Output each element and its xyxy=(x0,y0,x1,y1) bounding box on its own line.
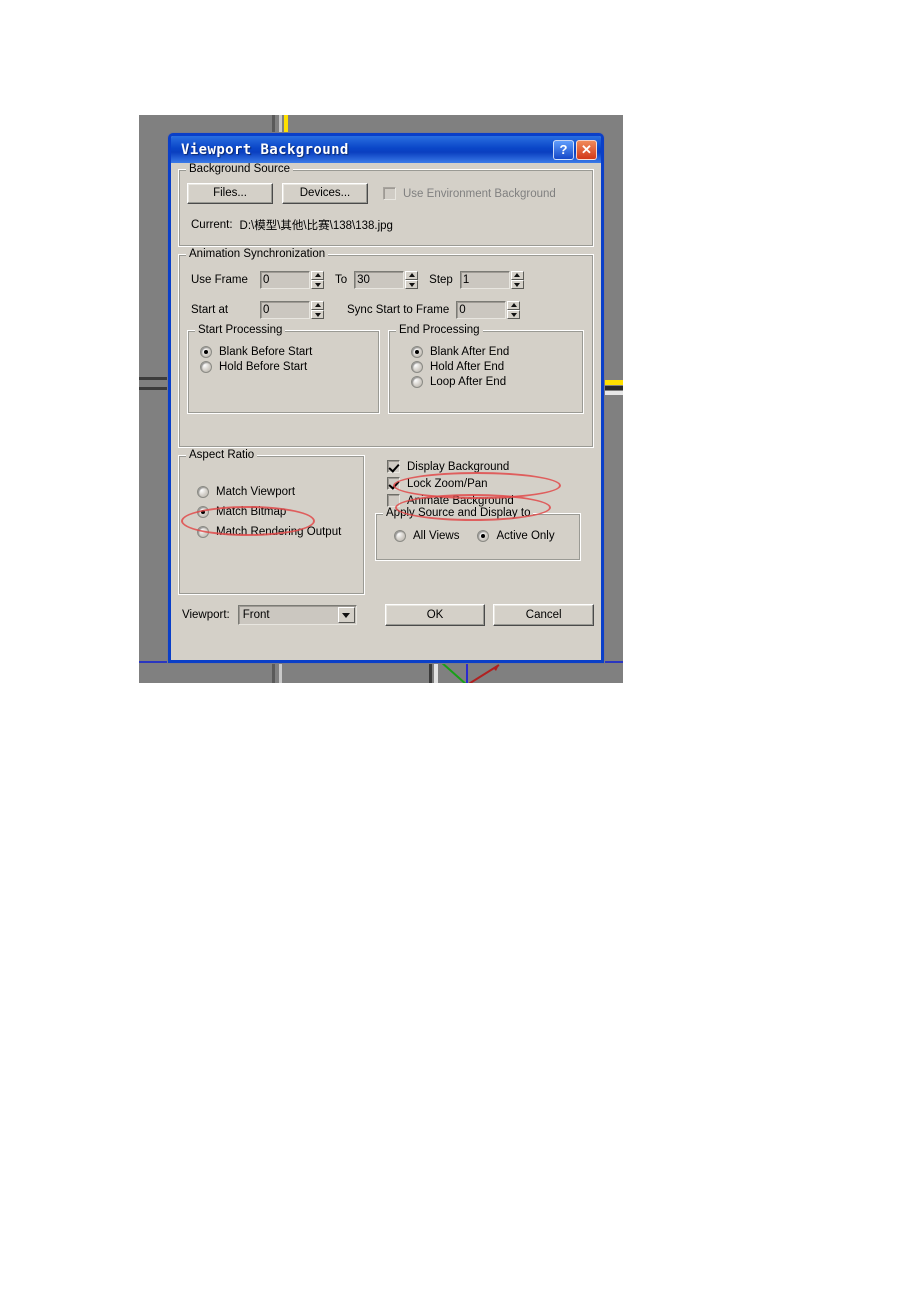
to-spinner[interactable] xyxy=(405,271,419,289)
display-background-label: Display Background xyxy=(407,460,510,473)
all-views-label: All Views xyxy=(413,530,460,542)
blank-before-start-label: Blank Before Start xyxy=(219,346,313,358)
aspect-ratio-legend: Aspect Ratio xyxy=(186,449,258,461)
dialog-body: Background Source Files... Devices... Us… xyxy=(171,163,601,660)
step-field[interactable]: 1 xyxy=(459,271,524,289)
radio-hold-before-start[interactable]: Hold Before Start xyxy=(200,361,371,373)
loop-after-end-label: Loop After End xyxy=(430,376,507,388)
start-at-spinner[interactable] xyxy=(311,301,324,319)
animation-sync-legend: Animation Synchronization xyxy=(186,248,329,260)
use-frame-input[interactable]: 0 xyxy=(260,271,310,289)
start-at-input[interactable]: 0 xyxy=(260,301,310,319)
loop-after-end-radio[interactable] xyxy=(411,376,423,388)
dialog-title: Viewport Background xyxy=(181,141,349,158)
display-options-column: Display Background Lock Zoom/Pan Animate… xyxy=(375,455,581,595)
ok-button[interactable]: OK xyxy=(384,604,486,626)
radio-hold-after-end[interactable]: Hold After End xyxy=(411,361,575,373)
aspect-ratio-group: Aspect Ratio Match Viewport Match Bitmap… xyxy=(178,449,365,595)
active-only-label: Active Only xyxy=(496,530,555,542)
close-icon[interactable]: ✕ xyxy=(576,139,597,160)
use-frame-label: Use Frame xyxy=(191,274,248,286)
end-processing-group: End Processing Blank After End Hold Afte… xyxy=(388,324,584,414)
sync-start-field[interactable]: 0 xyxy=(456,301,521,319)
match-rendering-output-label: Match Rendering Output xyxy=(216,526,342,538)
to-field[interactable]: 30 xyxy=(354,271,419,289)
match-viewport-label: Match Viewport xyxy=(216,486,296,498)
cancel-button[interactable]: Cancel xyxy=(493,604,594,626)
files-button[interactable]: Files... xyxy=(187,183,273,204)
hold-before-start-label: Hold Before Start xyxy=(219,361,308,373)
radio-active-only[interactable]: Active Only xyxy=(477,530,555,542)
to-label: To xyxy=(335,274,348,286)
radio-all-views[interactable]: All Views xyxy=(394,530,459,542)
radio-match-bitmap[interactable]: Match Bitmap xyxy=(197,506,356,518)
radio-match-viewport[interactable]: Match Viewport xyxy=(197,486,356,498)
background-source-group: Background Source Files... Devices... Us… xyxy=(178,163,594,247)
step-label: Step xyxy=(429,274,453,286)
use-frame-spinner[interactable] xyxy=(311,271,324,289)
match-viewport-radio[interactable] xyxy=(197,486,209,498)
current-path: D:\模型\其他\比赛\138\138.jpg xyxy=(239,220,393,232)
radio-loop-after-end[interactable]: Loop After End xyxy=(411,376,575,388)
active-only-radio[interactable] xyxy=(477,530,490,542)
viewport-marker-yellow-horizontal xyxy=(601,380,623,385)
hold-after-end-label: Hold After End xyxy=(430,361,505,373)
animate-background-label: Animate Background xyxy=(407,494,514,507)
viewport-select[interactable]: Front xyxy=(237,605,357,625)
dialog-footer: Viewport: Front OK Cancel xyxy=(178,604,594,626)
radio-blank-after-end[interactable]: Blank After End xyxy=(411,346,575,358)
blank-before-start-radio[interactable] xyxy=(200,346,212,358)
start-processing-legend: Start Processing xyxy=(195,324,286,336)
current-label: Current: xyxy=(191,219,233,231)
start-at-field[interactable]: 0 xyxy=(260,301,324,319)
apply-to-legend: Apply Source and Display to xyxy=(383,507,534,519)
help-icon[interactable]: ? xyxy=(553,139,574,160)
chevron-down-icon[interactable] xyxy=(337,607,355,623)
blank-after-end-label: Blank After End xyxy=(430,346,510,358)
start-at-label: Start at xyxy=(191,304,229,316)
viewport-background-dialog: Viewport Background ? ✕ Background Sourc… xyxy=(168,133,604,663)
lock-zoom-pan-checkbox[interactable] xyxy=(387,477,400,490)
use-frame-field[interactable]: 0 xyxy=(260,271,324,289)
blank-after-end-radio[interactable] xyxy=(411,346,423,358)
match-bitmap-radio[interactable] xyxy=(197,506,209,518)
viewport-label: Viewport: xyxy=(182,609,230,621)
display-background-checkbox[interactable] xyxy=(387,460,400,473)
apply-to-group: Apply Source and Display to All Views Ac… xyxy=(375,507,581,561)
use-environment-background-checkbox xyxy=(383,187,396,200)
viewport-divider-horizontal-right xyxy=(601,386,623,390)
hold-after-end-radio[interactable] xyxy=(411,361,423,373)
viewport-marker-yellow-vertical xyxy=(284,115,288,135)
all-views-radio[interactable] xyxy=(394,530,406,542)
sync-start-input[interactable]: 0 xyxy=(456,301,507,319)
background-source-legend: Background Source xyxy=(186,163,294,175)
checkbox-display-background[interactable]: Display Background xyxy=(387,460,581,473)
use-environment-background-label: Use Environment Background xyxy=(403,187,556,200)
step-input[interactable]: 1 xyxy=(459,271,510,289)
checkbox-animate-background[interactable]: Animate Background xyxy=(387,494,581,507)
to-input[interactable]: 30 xyxy=(354,271,405,289)
viewport-divider-horizontal-right-2 xyxy=(601,391,623,395)
step-spinner[interactable] xyxy=(510,271,524,289)
dialog-titlebar[interactable]: Viewport Background ? ✕ xyxy=(171,136,601,163)
match-bitmap-label: Match Bitmap xyxy=(216,506,287,518)
radio-blank-before-start[interactable]: Blank Before Start xyxy=(200,346,371,358)
hold-before-start-radio[interactable] xyxy=(200,361,212,373)
sync-start-spinner[interactable] xyxy=(507,301,521,319)
sync-start-label: Sync Start to Frame xyxy=(347,304,450,316)
viewport-select-value: Front xyxy=(242,609,270,621)
checkbox-lock-zoom-pan[interactable]: Lock Zoom/Pan xyxy=(387,477,581,490)
match-rendering-output-radio[interactable] xyxy=(197,526,209,538)
animate-background-checkbox[interactable] xyxy=(387,494,400,507)
animation-synchronization-group: Animation Synchronization Use Frame 0 To… xyxy=(178,248,594,448)
devices-button[interactable]: Devices... xyxy=(282,183,368,204)
lock-zoom-pan-label: Lock Zoom/Pan xyxy=(407,477,488,490)
start-processing-group: Start Processing Blank Before Start Hold… xyxy=(187,324,380,414)
radio-match-rendering-output[interactable]: Match Rendering Output xyxy=(197,526,356,538)
page-canvas: Viewport Background ? ✕ Background Sourc… xyxy=(0,0,920,1302)
end-processing-legend: End Processing xyxy=(396,324,483,336)
